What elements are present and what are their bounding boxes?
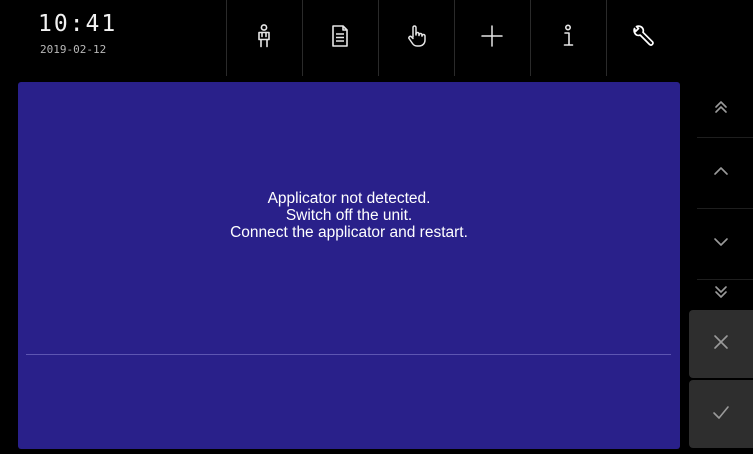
scroll-down-button[interactable] [689,209,753,279]
document-icon [327,23,353,54]
message-line: Applicator not detected. [267,190,431,207]
message-line: Switch off the unit. [285,207,413,224]
message-panel: Applicator not detected. Switch off the … [18,82,680,449]
manual-mode-button[interactable] [378,0,454,76]
double-chevron-up-icon [711,97,731,122]
cancel-icon [711,332,731,357]
clock-date: 2019-02-12 [40,43,107,56]
clock-time: 10:41 [38,11,118,37]
page-up-button[interactable] [689,82,753,137]
user-button[interactable] [226,0,302,76]
side-navigation [689,82,753,454]
error-message: Applicator not detected. Switch off the … [18,190,680,241]
clock: 10:41 2019-02-12 [18,10,226,70]
info-button[interactable] [530,0,606,76]
settings-button[interactable] [606,0,682,76]
scroll-up-button[interactable] [689,138,753,208]
add-button[interactable] [454,0,530,76]
page-down-button[interactable] [689,280,753,308]
confirm-button[interactable] [689,380,753,448]
hand-pointer-icon [403,23,429,54]
confirm-icon [711,402,731,427]
double-chevron-down-icon [711,282,731,307]
report-button[interactable] [302,0,378,76]
wrench-icon [631,23,657,54]
panel-divider [26,354,671,355]
top-bar: 10:41 2019-02-12 [0,0,753,76]
chevron-down-icon [711,232,731,257]
person-icon [251,23,277,54]
chevron-up-icon [711,161,731,186]
cancel-button[interactable] [689,310,753,378]
message-line: Connect the applicator and restart. [230,224,468,241]
plus-icon [479,23,505,54]
info-icon [555,23,581,54]
